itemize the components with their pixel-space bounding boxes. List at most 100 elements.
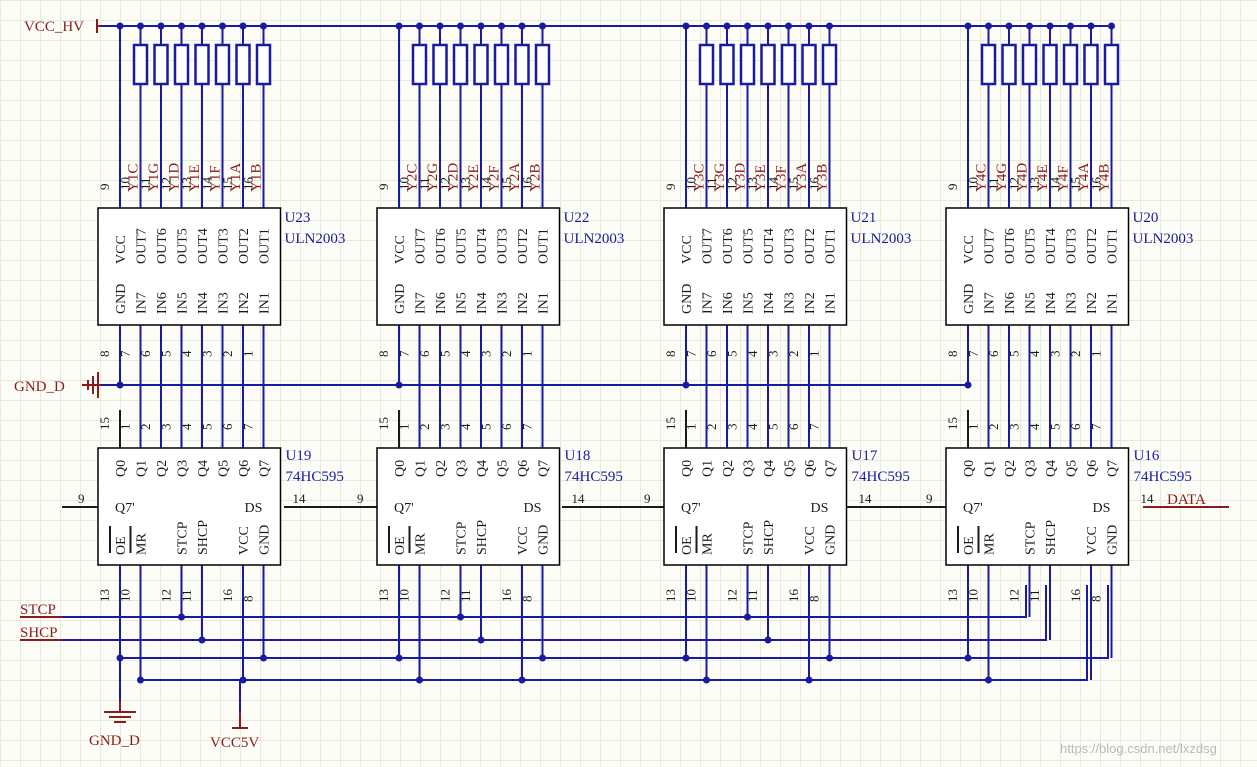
junction-dot (539, 22, 546, 30)
resistor-body (153, 43, 169, 86)
hc595-q7s-name: Q7' (115, 501, 135, 516)
hc595-pin-name: Q2 (721, 460, 736, 477)
hc595-q7s-number: 9 (644, 491, 651, 506)
uln-pin-name: IN4 (196, 292, 211, 314)
uln-pin-name: IN6 (434, 292, 449, 314)
uln-pin-number: 5 (438, 351, 453, 358)
hc595-ds-number: 14 (293, 491, 307, 506)
hc595-pin-name: STCP (1024, 521, 1039, 555)
junction-dot (805, 676, 813, 684)
junction-dot (498, 22, 505, 30)
uln-pin-name: OUT5 (742, 228, 757, 264)
hc595-pin-number: 16 (786, 589, 801, 603)
junction-dot (198, 22, 206, 30)
uln-output-label: Y1C (126, 164, 142, 192)
junction-dot (703, 676, 710, 684)
hc595-part-number: 74HC595 (852, 469, 910, 485)
uln-pin-number: 4 (1027, 350, 1042, 357)
hc595-pin-name: Q7 (1106, 460, 1121, 477)
uln-pin-name: GND (114, 284, 129, 314)
uln-output-label: Y3B (815, 164, 831, 192)
uln-pin-number: 8 (945, 351, 960, 358)
resistor-body (432, 43, 448, 86)
uln-pin-number: 1 (241, 351, 256, 358)
hc595-pin-number: 12 (438, 589, 453, 602)
resistor-body (1042, 43, 1058, 86)
junction-dot (395, 654, 403, 662)
hc595-pin-number: 4 (745, 423, 760, 430)
uln-output-label: Y1A (228, 163, 244, 192)
uln-pin-name: OUT1 (537, 228, 552, 264)
uln-pin-number: 7 (397, 350, 412, 357)
uln-pin-name: IN7 (701, 292, 716, 314)
vcc-hv-label: VCC_HV (24, 19, 84, 35)
uln-pin-number: 6 (986, 350, 1001, 357)
hc595-pin-name: Q1 (414, 460, 429, 477)
hc595-pin-number: 6 (499, 423, 514, 430)
hc595-pin-name: Q2 (434, 460, 449, 477)
uln-pin-number: 3 (766, 351, 781, 358)
hc595-pin-name: Q3 (176, 460, 191, 477)
uln-output-label: Y3A (794, 163, 810, 192)
hc595-pin-number: 11 (745, 589, 760, 602)
uln-output-label: Y3F (774, 165, 790, 192)
hc595-pin-number: 13 (663, 589, 678, 602)
uln-pin-name: IN2 (803, 292, 818, 314)
junction-dot (744, 22, 751, 30)
gnd-d-left-label: GND_D (14, 379, 65, 395)
junction-dot (805, 22, 813, 30)
junction-dot (137, 676, 144, 684)
hc595-pin-number: 5 (1048, 424, 1063, 431)
uln-pin-name: IN7 (983, 292, 998, 314)
hc595-pin-name: Q3 (742, 460, 757, 477)
uln-output-label: Y3G (712, 163, 728, 192)
uln-pin-name: GND (962, 284, 977, 314)
hc595-pin-name: MR (135, 533, 150, 555)
uln-pin-number: 3 (479, 351, 494, 358)
hc595-pin-name: VCC (803, 526, 818, 555)
hc595-ds-name: DS (524, 501, 542, 516)
hc595-pin-name: GND (537, 525, 552, 555)
uln-pin-name: OUT3 (1065, 228, 1080, 264)
hc595-pin-number: 15 (945, 417, 960, 430)
hc595-pin-number: 8 (1089, 596, 1104, 603)
hc595-pin-name: Q0 (962, 460, 977, 477)
uln-pin-name: IN1 (537, 292, 552, 314)
uln-pin-number: 7 (966, 350, 981, 357)
hc595-pin-name: Q4 (475, 460, 490, 477)
uln-pin-number: 1 (807, 351, 822, 358)
hc595-pin-name: STCP (455, 521, 470, 555)
hc595-ds-number: 14 (572, 491, 586, 506)
hc595-pin-number: 3 (438, 424, 453, 431)
uln-pin-name: IN3 (783, 292, 798, 314)
hc595-pin-name: Q7 (258, 460, 273, 477)
resistor-body (1001, 43, 1017, 86)
hc595-designator: U17 (852, 448, 878, 464)
uln-part-number: ULN2003 (1133, 231, 1194, 247)
uln-pin-name: OUT6 (721, 228, 736, 264)
hc595-pin-name: Q4 (1044, 460, 1059, 477)
uln-pin-number: 1 (520, 351, 535, 358)
schematic-canvas: VCC9OUT710OUT611OUT512OUT413OUT314OUT215… (14, 19, 1229, 756)
uln-pin-name: OUT4 (762, 228, 777, 264)
hc595-q7s-name: Q7' (963, 501, 983, 516)
junction-dot (416, 22, 423, 30)
hc595-pin-name: Q4 (196, 460, 211, 477)
shcp-net-label: SHCP (20, 625, 58, 641)
uln-pin-name: IN3 (217, 292, 232, 314)
resistor-body (514, 43, 530, 86)
hc595-pin-name: Q6 (1085, 460, 1100, 477)
uln-pin-name: OUT4 (1044, 228, 1059, 264)
hc595-pin-number: 13 (376, 589, 391, 602)
junction-dot (826, 22, 833, 30)
junction-dot (723, 22, 731, 30)
hc595-pin-name: Q1 (701, 460, 716, 477)
uln-part-number: ULN2003 (285, 231, 346, 247)
uln-pin-number: 2 (220, 351, 235, 358)
uln-output-label: Y1E (187, 165, 203, 193)
watermark-text: https://blog.csdn.net/lxzdsg (1060, 741, 1217, 756)
uln-pin-number: 8 (663, 351, 678, 358)
uln-pin-number: 2 (1068, 351, 1083, 358)
resistor-body (452, 43, 469, 86)
uln-output-label: Y3E (753, 165, 769, 193)
